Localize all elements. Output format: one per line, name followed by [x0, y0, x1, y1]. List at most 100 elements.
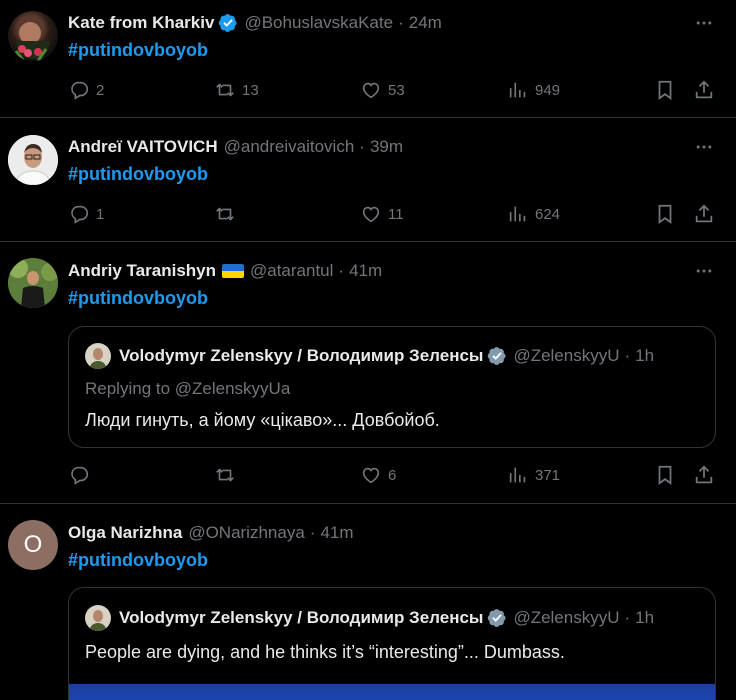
share-button[interactable] — [693, 464, 715, 486]
quoted-media-image[interactable] — [69, 684, 715, 700]
separator-dot: · — [624, 608, 631, 627]
quoted-author-name: Volodymyr Zelenskyy / Володимир Зеленсы — [119, 346, 484, 365]
heart-icon — [360, 79, 382, 101]
retweet-icon — [214, 464, 236, 486]
like-count: 53 — [388, 81, 405, 99]
ukraine-flag-icon — [222, 264, 244, 278]
analytics-icon — [507, 464, 529, 486]
author-handle[interactable]: @BohuslavskaKate — [244, 13, 393, 33]
bookmark-icon — [654, 464, 676, 486]
verified-badge-icon — [218, 13, 238, 33]
author-handle[interactable]: @ONarizhnaya — [188, 523, 304, 543]
separator-dot: · — [338, 261, 345, 280]
reply-count: 1 — [96, 205, 105, 223]
tweet[interactable]: Andreї VAITOVICH @andreivaitovich · 39m … — [0, 118, 736, 242]
more-options-icon[interactable] — [694, 13, 714, 33]
author-name[interactable]: Kate from Kharkiv — [68, 13, 214, 33]
separator-dot: · — [624, 346, 631, 365]
retweet-button[interactable] — [214, 203, 242, 225]
tweet[interactable]: Andriy Taranishyn @atarantul · 41m #puti… — [0, 242, 736, 504]
retweet-icon — [214, 79, 236, 101]
quoted-tweet-text: People are dying, and he thinks it’s “in… — [85, 642, 565, 662]
heart-icon — [360, 203, 382, 225]
timestamp[interactable]: 24m — [409, 13, 442, 33]
bookmark-button[interactable] — [654, 203, 676, 225]
avatar — [85, 605, 111, 631]
separator-dot: · — [398, 13, 404, 32]
hashtag-link[interactable]: #putindovboyob — [68, 288, 208, 309]
views-button[interactable]: 371 — [507, 464, 560, 486]
analytics-icon — [507, 79, 529, 101]
heart-icon — [360, 464, 382, 486]
author-name[interactable]: Andriy Taranishyn — [68, 261, 216, 281]
separator-dot: · — [359, 137, 365, 156]
hashtag-link[interactable]: #putindovboyob — [68, 164, 208, 185]
share-icon — [693, 464, 715, 486]
avatar[interactable]: O — [8, 520, 58, 570]
tweet-header: Olga Narizhna @ONarizhnaya · 41m — [68, 521, 354, 545]
bookmark-button[interactable] — [654, 79, 676, 101]
bookmark-icon — [654, 203, 676, 225]
quoted-author-name: Volodymyr Zelenskyy / Володимир Зеленсы — [119, 608, 484, 627]
reply-icon — [68, 79, 90, 101]
timestamp[interactable]: 41m — [320, 523, 353, 543]
author-handle[interactable]: @andreivaitovich — [224, 137, 355, 157]
verified-badge-icon — [487, 346, 507, 366]
bookmark-button[interactable] — [654, 464, 676, 486]
share-icon — [693, 79, 715, 101]
author-handle[interactable]: @atarantul — [250, 261, 333, 281]
action-bar: 1 11 624 — [68, 203, 718, 227]
tweet-header: Kate from Kharkiv @BohuslavskaKate · 24m — [68, 11, 442, 35]
like-count: 11 — [388, 205, 404, 223]
quoted-author-handle: @ZelenskyyU — [513, 608, 620, 627]
replying-to-label: Replying to @ZelenskyyUa — [85, 379, 291, 398]
reply-button[interactable]: 2 — [68, 79, 104, 101]
action-bar: 2 13 53 949 — [68, 79, 718, 103]
tweet-header: Andriy Taranishyn @atarantul · 41m — [68, 259, 382, 283]
quote-header: Volodymyr Zelenskyy / Володимир Зеленсы … — [85, 605, 655, 631]
bookmark-icon — [654, 79, 676, 101]
views-button[interactable]: 949 — [507, 79, 560, 101]
avatar[interactable] — [8, 258, 58, 308]
analytics-icon — [507, 203, 529, 225]
reply-count: 2 — [96, 81, 105, 99]
share-button[interactable] — [693, 79, 715, 101]
more-options-icon[interactable] — [694, 137, 714, 157]
like-button[interactable]: 6 — [360, 464, 396, 486]
view-count: 371 — [535, 466, 561, 484]
timestamp[interactable]: 39m — [370, 137, 403, 157]
quoted-timestamp: 1h — [635, 346, 655, 365]
timestamp[interactable]: 41m — [349, 261, 382, 281]
share-icon — [693, 203, 715, 225]
hashtag-link[interactable]: #putindovboyob — [68, 40, 208, 61]
avatar — [85, 343, 111, 369]
tweet[interactable]: O Olga Narizhna @ONarizhnaya · 41m #puti… — [0, 504, 736, 700]
like-button[interactable]: 11 — [360, 203, 404, 225]
view-count: 624 — [535, 205, 561, 223]
author-name[interactable]: Andreї VAITOVICH — [68, 137, 218, 157]
reply-button[interactable]: 1 — [68, 203, 104, 225]
quoted-tweet[interactable]: Volodymyr Zelenskyy / Володимир Зеленсы … — [68, 587, 716, 700]
tweet-header: Andreї VAITOVICH @andreivaitovich · 39m — [68, 135, 403, 159]
reply-icon — [68, 464, 90, 486]
quote-header: Volodymyr Zelenskyy / Володимир Зеленсы … — [85, 343, 655, 369]
views-button[interactable]: 624 — [507, 203, 560, 225]
retweet-button[interactable] — [214, 464, 242, 486]
share-button[interactable] — [693, 203, 715, 225]
like-count: 6 — [388, 466, 397, 484]
retweet-button[interactable]: 13 — [214, 79, 259, 101]
hashtag-link[interactable]: #putindovboyob — [68, 550, 208, 571]
avatar[interactable] — [8, 11, 58, 61]
avatar[interactable] — [8, 135, 58, 185]
like-button[interactable]: 53 — [360, 79, 405, 101]
tweet[interactable]: Kate from Kharkiv @BohuslavskaKate · 24m… — [0, 0, 736, 118]
reply-button[interactable] — [68, 464, 96, 486]
quoted-timestamp: 1h — [635, 608, 655, 627]
more-options-icon[interactable] — [694, 261, 714, 281]
reply-icon — [68, 203, 90, 225]
author-name[interactable]: Olga Narizhna — [68, 523, 182, 543]
quoted-tweet[interactable]: Volodymyr Zelenskyy / Володимир Зеленсы … — [68, 326, 716, 448]
verified-badge-icon — [487, 608, 507, 628]
separator-dot: · — [309, 523, 316, 542]
retweet-count: 13 — [242, 81, 259, 99]
